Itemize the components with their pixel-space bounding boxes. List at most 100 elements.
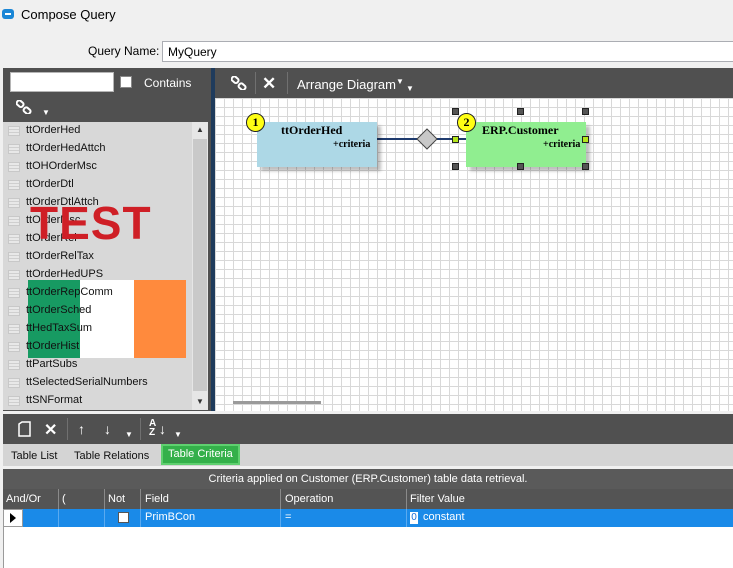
resize-handle[interactable] [452, 163, 459, 170]
sort-arrow-icon[interactable]: ↓ [159, 421, 166, 437]
column-separator [104, 489, 105, 509]
table-node-ttorderhed[interactable]: ttOrderHed +criteria [257, 122, 377, 167]
column-separator [406, 489, 407, 509]
list-item[interactable]: ttSNFormat [3, 392, 194, 410]
list-item-label: ttOrderSched [26, 304, 92, 316]
chevron-down-icon[interactable]: ▼ [406, 84, 414, 93]
connection-handle[interactable] [582, 136, 589, 143]
node-criteria-link[interactable]: +criteria [333, 139, 370, 150]
resize-handle[interactable] [582, 163, 589, 170]
list-item-label: ttOrderHedUPS [26, 268, 104, 280]
column-header-field[interactable]: Field [145, 493, 169, 505]
toolbar-separator [67, 418, 68, 440]
scroll-down-icon[interactable]: ▼ [192, 394, 208, 410]
operation-cell[interactable]: = [285, 511, 291, 523]
scroll-up-icon[interactable]: ▲ [192, 122, 208, 138]
table-icon [8, 324, 20, 334]
column-separator [140, 489, 141, 509]
filter-value-cell[interactable]: constant [423, 511, 465, 523]
table-icon [8, 288, 20, 298]
column-header-operation[interactable]: Operation [285, 493, 333, 505]
delete-icon[interactable]: ✕ [44, 420, 57, 440]
resize-handle[interactable] [582, 108, 589, 115]
list-item-label: ttOrderHed [26, 124, 81, 136]
list-item[interactable]: ttSelectedSerialNumbers [3, 374, 194, 392]
toolbar-separator [255, 72, 256, 94]
list-item-label: ttOHOrderMsc [26, 160, 97, 172]
table-icon [8, 270, 20, 280]
tab-table-criteria[interactable]: Table Criteria [161, 444, 240, 465]
table-icon [8, 180, 20, 190]
list-item-label: ttOrderHist [26, 340, 80, 352]
list-item[interactable]: ttOrderHedAttch [3, 140, 194, 158]
node-criteria-link[interactable]: +criteria [543, 139, 580, 150]
resize-handle[interactable] [452, 108, 459, 115]
list-item[interactable]: ttPartSubs [3, 356, 194, 374]
resize-handle[interactable] [517, 163, 524, 170]
scroll-thumb[interactable] [193, 139, 207, 391]
list-item[interactable]: ttOrderHedUPS [3, 266, 194, 284]
column-header-filter-value[interactable]: Filter Value [410, 493, 465, 505]
field-cell[interactable]: PrimBCon [145, 511, 195, 523]
move-up-icon[interactable]: ↑ [78, 421, 85, 437]
list-item[interactable]: ttHedTaxSum [3, 320, 194, 338]
column-separator [406, 509, 407, 527]
connection-handle[interactable] [452, 136, 459, 143]
list-item[interactable]: ttOrderHist [3, 338, 194, 356]
table-node-erp-customer[interactable]: ERP.Customer +criteria [466, 122, 586, 167]
arrange-diagram-button[interactable]: Arrange Diagram▼ [297, 77, 404, 92]
diagram-canvas[interactable]: ttOrderHed +criteria 1 ERP.Customer +cri… [215, 98, 733, 411]
tab-table-relations[interactable]: Table Relations [69, 446, 154, 466]
column-separator [140, 509, 141, 527]
column-separator [104, 509, 105, 527]
table-icon [8, 234, 20, 244]
close-icon[interactable]: ✕ [262, 74, 276, 94]
list-item[interactable]: ttOrderRelTax [3, 248, 194, 266]
column-header-paren[interactable]: ( [62, 493, 66, 505]
criteria-banner: Criteria applied on Customer (ERP.Custom… [3, 469, 733, 489]
table-icon [8, 216, 20, 226]
chevron-down-icon[interactable]: ▼ [125, 430, 133, 439]
table-icon [8, 378, 20, 388]
link-icon[interactable] [231, 76, 247, 90]
chevron-down-icon[interactable]: ▼ [174, 430, 182, 439]
tab-table-list[interactable]: Table List [6, 446, 62, 466]
table-icon [8, 306, 20, 316]
query-name-input[interactable] [162, 41, 733, 62]
table-icon [8, 396, 20, 406]
list-item-label: ttOrderDtl [26, 178, 74, 190]
table-row[interactable] [3, 509, 733, 527]
link-icon[interactable] [16, 100, 32, 114]
list-item[interactable]: ttOrderSched [3, 302, 194, 320]
table-icon [8, 198, 20, 208]
app-icon [2, 9, 14, 19]
list-item-label: ttOrderHedAttch [26, 142, 106, 154]
list-item[interactable]: ttOrderHed [3, 122, 194, 140]
diagram-toolbar [215, 68, 733, 98]
column-header-andor[interactable]: And/Or [6, 493, 41, 505]
list-item-label: ttSNFormat [26, 394, 83, 406]
table-icon [8, 144, 20, 154]
sort-icon[interactable]: AZ [149, 419, 156, 438]
resize-handle[interactable] [517, 108, 524, 115]
new-icon[interactable] [18, 421, 31, 437]
contains-checkbox[interactable] [120, 76, 132, 88]
list-item[interactable]: ttOrderRepComm [3, 284, 194, 302]
node-badge: 1 [246, 113, 265, 132]
test-watermark: TEST [30, 197, 152, 249]
list-item[interactable]: ttOHOrderMsc [3, 158, 194, 176]
constant-type-icon[interactable]: 0 [410, 512, 418, 524]
list-item-label: ttPartSubs [26, 358, 78, 370]
list-item[interactable]: ttOrderDtl [3, 176, 194, 194]
column-separator [280, 489, 281, 509]
current-row-icon [10, 513, 16, 523]
not-checkbox[interactable] [118, 512, 129, 523]
move-down-icon[interactable]: ↓ [104, 421, 111, 437]
chevron-down-icon[interactable]: ▼ [42, 108, 50, 117]
column-separator [280, 509, 281, 527]
list-item-label: ttOrderRepComm [26, 286, 113, 298]
table-search-input[interactable] [10, 72, 114, 92]
column-header-not[interactable]: Not [108, 493, 125, 505]
diagram-horizontal-scrollbar[interactable] [233, 401, 321, 404]
node-badge: 2 [457, 113, 476, 132]
